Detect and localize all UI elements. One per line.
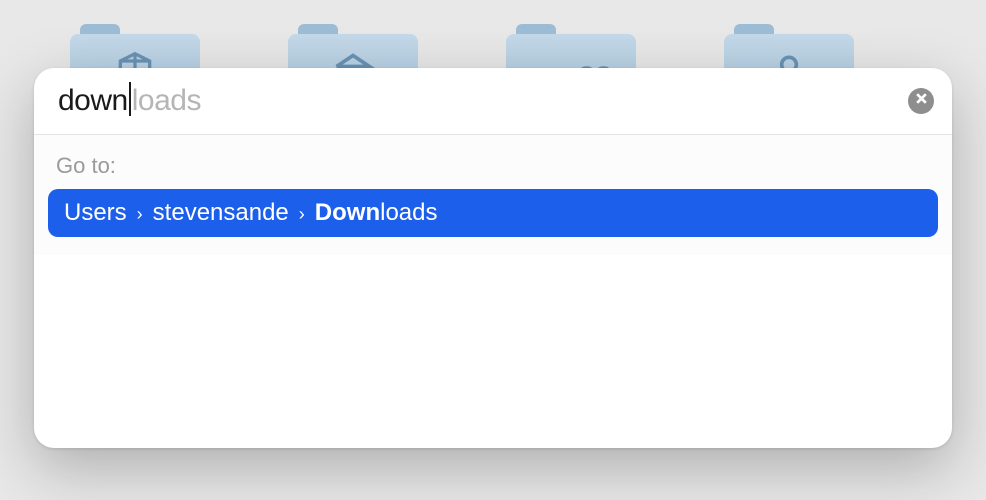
chevron-right-icon: › — [299, 203, 305, 223]
goto-label: Go to: — [48, 153, 938, 189]
path-segment-match: Downloads — [315, 199, 438, 227]
results-area: Go to: Users › stevensande › Downloads — [34, 135, 952, 255]
clear-button[interactable] — [908, 88, 934, 114]
text-cursor — [129, 82, 131, 116]
typed-text: down — [58, 84, 128, 118]
goto-dialog: downloads Go to: Users › stevensande › D… — [34, 68, 952, 448]
search-row: downloads — [34, 68, 952, 135]
search-input[interactable]: downloads — [58, 84, 896, 118]
chevron-right-icon: › — [137, 203, 143, 223]
completion-text: loads — [132, 84, 201, 118]
path-segment: Users — [64, 199, 127, 227]
result-row[interactable]: Users › stevensande › Downloads — [48, 189, 938, 237]
path-segment: stevensande — [153, 199, 289, 227]
close-icon — [915, 92, 928, 110]
